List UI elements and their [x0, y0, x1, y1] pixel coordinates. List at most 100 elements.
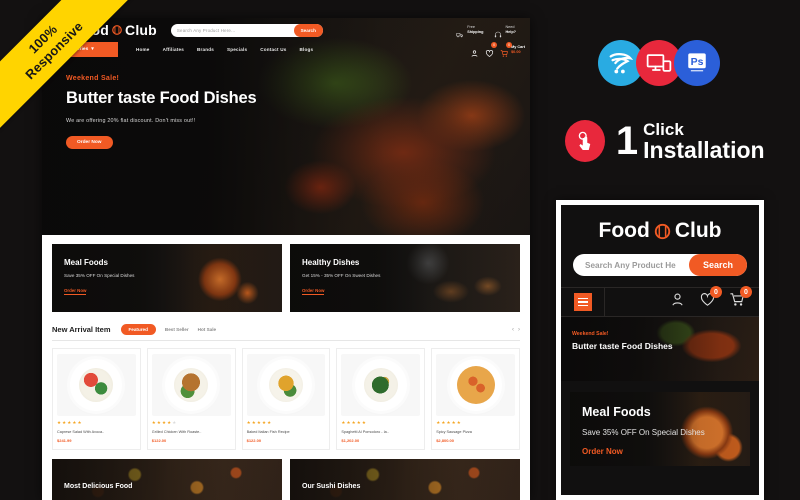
bottom-banner-title-1: Most Delicious Food	[64, 482, 133, 490]
search-bar[interactable]: Search Any Product Here... Search	[170, 23, 323, 37]
product-name: Caprese Salad With Avoca..	[57, 429, 105, 434]
hero-kicker: Weekend Sale!	[66, 75, 120, 82]
nav-item-blogs[interactable]: Blogs	[300, 47, 314, 52]
svg-text:Ps: Ps	[691, 56, 704, 68]
cart-icon[interactable]: 0	[500, 42, 513, 57]
nav-item-brands[interactable]: Brands	[197, 47, 214, 52]
search-placeholder: Search Any Product Here...	[176, 27, 236, 33]
promo-banner-row: Meal Foods Save 35% OFF On Special Dishe…	[52, 244, 520, 312]
tab-featured[interactable]: Featured	[120, 324, 156, 335]
product-tabs: Featured Best Seller Hot Sale	[120, 324, 216, 335]
product-card[interactable]: ★ ★ ★ ★ ★ Grilled Chicken With Roaste.. $122…	[146, 348, 236, 450]
promo-subtitle-1: Save 35% OFF On Special Dishes	[64, 273, 135, 278]
platform-badges: Ps	[598, 40, 720, 86]
food-image	[174, 368, 209, 402]
cart-total: $0.00	[511, 49, 521, 54]
photoshop-icon: Ps	[674, 40, 720, 86]
promo-banner-healthy-dishes[interactable]: Healthy Dishes Get 15% - 35% OFF On Swee…	[290, 244, 520, 312]
free-shipping-text: Free Shipping	[467, 25, 483, 34]
bottom-banner-title-2: Our Sushi Dishes	[302, 482, 361, 490]
one-click-installation: 1 Click Installation	[565, 120, 800, 162]
plate-fork-knife-icon	[653, 222, 672, 241]
one-click-text: 1 Click Installation	[616, 121, 800, 162]
mobile-hero-title: Butter taste Food Dishes	[572, 341, 673, 351]
cart-widget[interactable]: 0 My Cart $0.00	[500, 42, 525, 57]
free-shipping-info: Free Shipping	[456, 25, 483, 38]
product-thumbnail	[341, 354, 421, 416]
responsive-ribbon: 100% Responsive	[0, 0, 135, 135]
product-price: $122.00	[151, 437, 167, 443]
mobile-promo-banner[interactable]: Meal Foods Save 35% OFF On Special Dishe…	[570, 392, 750, 466]
mobile-logo-text-food: Food	[598, 219, 650, 242]
carousel-arrows: ‹ ›	[512, 327, 520, 333]
promo-order-now-button-1[interactable]: Order Now	[64, 288, 87, 295]
wishlist-count: 0	[491, 42, 498, 48]
need-help-small: Need	[505, 25, 515, 30]
one-click-line-2: Installation	[643, 136, 765, 163]
product-price: $1,202.00	[341, 437, 360, 443]
product-thumbnail	[151, 354, 231, 416]
hero-subtitle: We are offering 20% flat discount. Don't…	[66, 118, 196, 124]
desktop-content: Meal Foods Save 35% OFF On Special Dishe…	[42, 235, 530, 500]
free-shipping-strong: Shipping	[467, 30, 484, 34]
mobile-hero: Weekend Sale! Butter taste Food Dishes	[561, 317, 759, 381]
bottom-banner-row: Most Delicious Food Our Sushi Dishes	[52, 458, 520, 500]
nav-item-contact-us[interactable]: Contact Us	[260, 47, 286, 52]
mobile-search-button[interactable]: Search	[688, 254, 747, 276]
mobile-promo-title: Meal Foods	[582, 405, 651, 419]
nav-icon-group: 0 0 My Cart $0.00	[470, 42, 530, 57]
hero-title: Butter taste Food Dishes	[66, 89, 257, 107]
promo-order-now-button-2[interactable]: Order Now	[302, 288, 325, 295]
promo-content-1: Meal Foods Save 35% OFF On Special Dishe…	[52, 244, 282, 297]
nav-item-specials[interactable]: Specials	[227, 47, 247, 52]
product-name: Grilled Chicken With Roaste..	[151, 429, 202, 434]
section-title-new-arrival: New Arrival Item	[52, 325, 111, 334]
carousel-next-icon[interactable]: ›	[518, 327, 520, 333]
product-card[interactable]: ★ ★ ★ ★ ★ Caprese Salad With Avoca.. $241.99	[52, 348, 141, 450]
ribbon-banner: 100% Responsive	[0, 0, 133, 129]
search-button[interactable]: Search	[293, 23, 323, 37]
food-image	[363, 368, 398, 402]
mobile-wishlist-count: 0	[710, 286, 722, 298]
carousel-prev-icon[interactable]: ‹	[512, 327, 514, 333]
promo-title-1: Meal Foods	[64, 258, 109, 267]
free-shipping-small: Free	[467, 25, 475, 30]
mobile-hero-kicker: Weekend Sale!	[572, 331, 609, 337]
mobile-cart-icon[interactable]: 0	[729, 286, 752, 313]
cart-text: My Cart $0.00	[511, 45, 525, 54]
product-grid: ★ ★ ★ ★ ★ Caprese Salad With Avoca.. $241.99…	[52, 348, 520, 450]
click-hand-icon	[565, 120, 605, 162]
bottom-banner-our-sushi-dishes[interactable]: Our Sushi Dishes	[290, 458, 520, 500]
mobile-logo[interactable]: Food Club	[561, 205, 759, 243]
product-card[interactable]: ★ ★ ★ ★ ★ Spicy Sausage Pizza $2,800.00	[431, 348, 520, 450]
tab-hot-sale[interactable]: Hot Sale	[198, 327, 216, 332]
rating-stars: ★ ★ ★ ★ ★	[246, 420, 272, 425]
nav-item-affiliates[interactable]: Affiliates	[163, 47, 184, 52]
mobile-account-icon[interactable]	[669, 291, 686, 313]
product-price: $241.99	[57, 437, 72, 443]
product-name: Spicy Sausage Pizza	[436, 429, 472, 434]
wishlist-icon[interactable]: 0	[485, 42, 498, 57]
product-card[interactable]: ★ ★ ★ ★ ★ Baked Italian Fish Recipe $122.00	[241, 348, 331, 450]
mobile-promo-order-now-button[interactable]: Order Now	[582, 447, 750, 456]
product-card[interactable]: ★ ★ ★ ★ ★ Spaghetti Al Pomodoro - Ia.. $1,20…	[336, 348, 426, 450]
mobile-cart-count: 0	[740, 286, 752, 298]
nav-item-home[interactable]: Home	[136, 47, 150, 52]
product-thumbnail	[246, 354, 326, 416]
tab-best-seller[interactable]: Best Seller	[165, 327, 189, 332]
mobile-wishlist-icon[interactable]: 0	[699, 286, 722, 313]
account-icon[interactable]	[470, 45, 479, 57]
product-price: $2,800.00	[436, 437, 454, 443]
mobile-hero-copy: Weekend Sale! Butter taste Food Dishes	[561, 317, 759, 351]
product-price: $122.00	[246, 437, 262, 443]
promo-banner-meal-foods[interactable]: Meal Foods Save 35% OFF On Special Dishe…	[52, 244, 282, 312]
bottom-banner-most-delicious-food[interactable]: Most Delicious Food	[52, 458, 282, 500]
truck-icon	[456, 26, 464, 38]
product-name: Baked Italian Fish Recipe	[246, 429, 290, 434]
food-image	[456, 366, 495, 404]
new-arrival-header: New Arrival Item Featured Best Seller Ho…	[52, 324, 520, 335]
hero-order-now-button[interactable]: Order Now	[66, 136, 113, 149]
mobile-menu-button[interactable]	[561, 287, 605, 317]
mobile-logo-text-club: Club	[674, 219, 722, 242]
mobile-search-bar[interactable]: Search Any Product He Search	[573, 254, 747, 276]
